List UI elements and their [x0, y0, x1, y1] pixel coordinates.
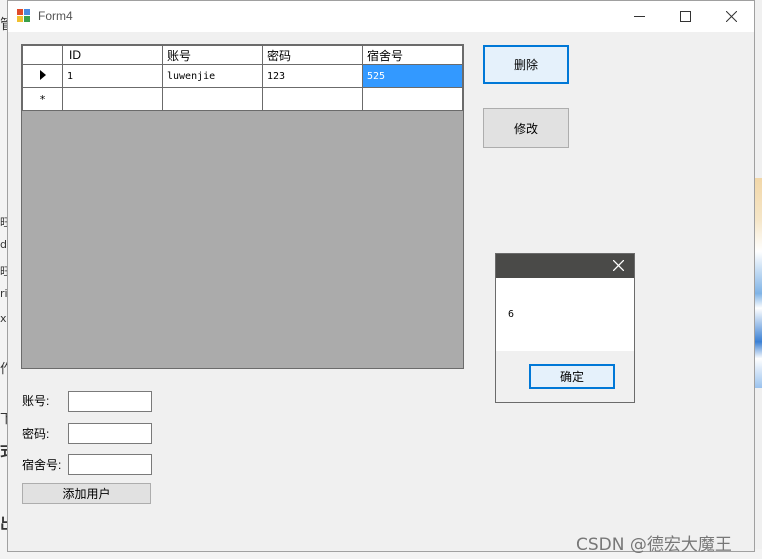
- account-label: 账号:: [22, 394, 50, 408]
- column-header-account[interactable]: 账号: [162, 45, 263, 65]
- cell-dorm-selected[interactable]: 525: [362, 64, 463, 88]
- message-box-title-bar[interactable]: [496, 254, 634, 278]
- new-cell-id[interactable]: [62, 87, 163, 111]
- form-app-icon: [17, 9, 32, 24]
- dorm-label: 宿舍号:: [22, 458, 62, 472]
- message-text: 6: [508, 309, 515, 320]
- row-header[interactable]: [22, 64, 63, 88]
- column-header-id[interactable]: ID: [62, 45, 163, 65]
- new-cell-password[interactable]: [262, 87, 363, 111]
- delete-button[interactable]: 删除: [483, 45, 569, 84]
- grid-header-row: ID 账号 密码 宿舍号: [22, 45, 463, 65]
- password-input[interactable]: [68, 423, 152, 444]
- current-row-arrow-icon: [39, 69, 46, 80]
- edit-button[interactable]: 修改: [483, 108, 569, 148]
- new-row[interactable]: *: [22, 87, 463, 111]
- minimize-button[interactable]: [616, 1, 662, 32]
- account-input[interactable]: [68, 391, 152, 412]
- close-icon: [612, 259, 624, 271]
- cell-id[interactable]: 1: [62, 64, 163, 88]
- cell-account[interactable]: luwenjie: [162, 64, 263, 88]
- form-window: Form4 ID 账号 密码 宿舍号 1 luwenjie 123 525 * …: [7, 0, 755, 552]
- dorm-input[interactable]: [68, 454, 152, 475]
- add-user-button[interactable]: 添加用户: [22, 483, 151, 504]
- message-box: 6 确定: [495, 253, 635, 403]
- minimize-icon: [633, 16, 645, 17]
- ok-button[interactable]: 确定: [529, 364, 615, 389]
- column-header-dorm[interactable]: 宿舍号: [362, 45, 463, 65]
- close-button[interactable]: [708, 1, 754, 32]
- maximize-button[interactable]: [662, 1, 708, 32]
- cell-password[interactable]: 123: [262, 64, 363, 88]
- window-title: Form4: [38, 9, 73, 23]
- grid-table: ID 账号 密码 宿舍号 1 luwenjie 123 525 *: [22, 45, 463, 111]
- message-box-close-button[interactable]: [610, 257, 626, 273]
- row-header-corner[interactable]: [22, 45, 63, 65]
- table-row[interactable]: 1 luwenjie 123 525: [22, 64, 463, 88]
- maximize-icon: [679, 11, 691, 22]
- background-illustration: [754, 178, 762, 388]
- message-box-body: 6: [496, 278, 634, 351]
- close-icon: [725, 11, 737, 22]
- new-row-asterisk-icon: *: [22, 87, 63, 111]
- title-bar[interactable]: Form4: [8, 1, 754, 32]
- password-label: 密码:: [22, 427, 50, 441]
- watermark: CSDN @德宏大魔王: [576, 535, 732, 555]
- new-cell-account[interactable]: [162, 87, 263, 111]
- users-data-grid[interactable]: ID 账号 密码 宿舍号 1 luwenjie 123 525 *: [21, 44, 464, 369]
- new-cell-dorm[interactable]: [362, 87, 463, 111]
- column-header-password[interactable]: 密码: [262, 45, 363, 65]
